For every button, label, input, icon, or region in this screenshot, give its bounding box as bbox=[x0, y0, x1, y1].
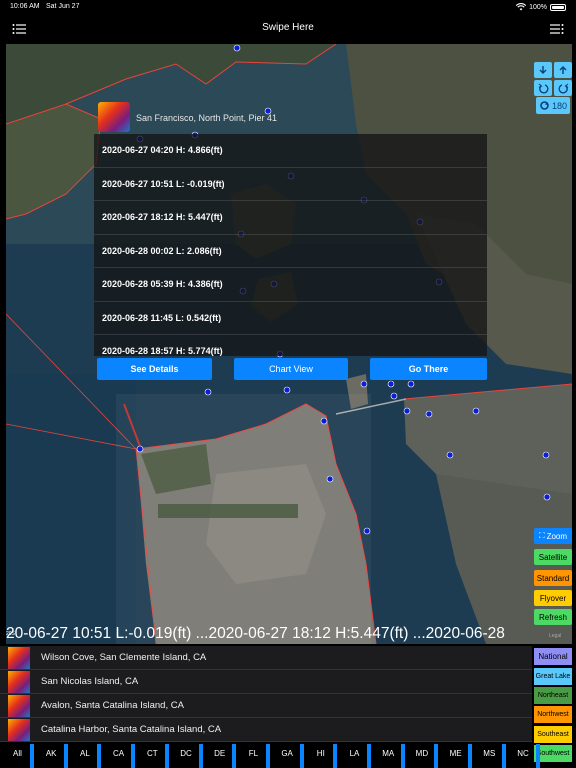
station-name: Wilson Cove, San Clemente Island, CA bbox=[41, 652, 207, 663]
station-thumbnail bbox=[8, 718, 30, 741]
tide-row: 2020-06-27 04:20 H: 4.866(ft) bbox=[94, 134, 487, 168]
list-item[interactable]: Catalina Harbor, Santa Catalina Island, … bbox=[0, 718, 532, 742]
station-name: Catalina Harbor, Santa Catalina Island, … bbox=[41, 724, 222, 735]
refresh-button[interactable]: Refresh bbox=[534, 609, 572, 625]
tide-row: 2020-06-28 00:02 L: 2.086(ft) bbox=[94, 235, 487, 268]
tab-divider bbox=[333, 744, 338, 768]
state-tab-nc[interactable]: NC bbox=[514, 746, 533, 762]
popup-location-name: San Francisco, North Point, Pier 41 bbox=[136, 113, 278, 123]
arrow-down-icon[interactable] bbox=[534, 62, 552, 78]
rotation-value: 180 bbox=[551, 100, 568, 111]
marquee-prefix: 20S bbox=[6, 631, 15, 637]
satellite-button[interactable]: Satellite bbox=[534, 549, 572, 565]
state-tab-al[interactable]: AL bbox=[75, 746, 94, 762]
tab-divider bbox=[299, 744, 304, 768]
battery-percent: 100% bbox=[529, 3, 547, 11]
tide-row: 2020-06-27 18:12 H: 5.447(ft) bbox=[94, 201, 487, 235]
legal-link[interactable]: Legal bbox=[549, 633, 561, 639]
station-thumbnail bbox=[8, 646, 30, 669]
tab-divider bbox=[434, 744, 439, 768]
state-tab-hi[interactable]: HI bbox=[311, 746, 330, 762]
tide-predictions-popup[interactable]: 2020-06-27 04:20 H: 4.866(ft) 2020-06-27… bbox=[94, 134, 487, 356]
list-item[interactable]: Wilson Cove, San Clemente Island, CA bbox=[0, 646, 532, 670]
station-thumbnail bbox=[98, 102, 130, 132]
state-tab-dc[interactable]: DC bbox=[177, 746, 196, 762]
region-national-button[interactable]: National bbox=[534, 648, 572, 665]
wifi-icon bbox=[516, 3, 527, 11]
rotate-right-icon[interactable] bbox=[554, 80, 572, 96]
zoom-label: Zoom bbox=[546, 531, 568, 541]
tab-divider bbox=[30, 744, 34, 768]
list-item[interactable]: San Nicolas Island, CA bbox=[0, 670, 532, 694]
state-tab-all[interactable]: All bbox=[8, 746, 27, 762]
state-tab-ga[interactable]: GA bbox=[278, 746, 297, 762]
state-tab-md[interactable]: MD bbox=[412, 746, 431, 762]
state-tab-la[interactable]: LA bbox=[345, 746, 364, 762]
tab-divider bbox=[367, 744, 371, 768]
state-tab-ma[interactable]: MA bbox=[379, 746, 398, 762]
tab-divider bbox=[232, 744, 237, 768]
station-thumbnail bbox=[8, 694, 30, 717]
tide-row: 2020-06-28 05:39 H: 4.386(ft) bbox=[94, 268, 487, 302]
rotate-icon bbox=[540, 101, 549, 110]
nav-bar: Swipe Here bbox=[0, 14, 576, 44]
tide-row: 2020-06-28 11:45 L: 0.542(ft) bbox=[94, 302, 487, 335]
zoom-button[interactable]: ⛶ Zoom bbox=[534, 528, 572, 544]
tab-divider bbox=[198, 744, 203, 768]
tab-divider bbox=[131, 744, 136, 768]
tide-marquee: 20-06-27 10:51 L:-0.019(ft) ...2020-06-2… bbox=[6, 625, 505, 642]
go-there-button[interactable]: Go There bbox=[370, 358, 487, 380]
region-great-lake-button[interactable]: Great Lake bbox=[534, 668, 572, 685]
expand-icon: ⛶ bbox=[538, 531, 545, 540]
nav-title[interactable]: Swipe Here bbox=[0, 22, 576, 33]
rotate-180-button[interactable]: 180 bbox=[536, 97, 570, 114]
state-tab-bar: All AK AL CA CT DC DE FL GA HI LA MA MD ME MS NC bbox=[0, 742, 540, 768]
tab-divider bbox=[164, 744, 169, 768]
tab-divider bbox=[97, 744, 102, 768]
station-list[interactable]: Wilson Cove, San Clemente Island, CA San… bbox=[0, 646, 532, 742]
tab-divider bbox=[400, 744, 405, 768]
chart-view-button[interactable]: Chart View bbox=[234, 358, 348, 380]
state-tab-me[interactable]: ME bbox=[446, 746, 465, 762]
list-item[interactable]: Avalon, Santa Catalina Island, CA bbox=[0, 694, 532, 718]
status-bar: 10:06 AM Sat Jun 27 100% bbox=[0, 0, 576, 14]
station-thumbnail bbox=[8, 670, 30, 693]
state-tab-de[interactable]: DE bbox=[210, 746, 229, 762]
tab-divider bbox=[265, 744, 270, 768]
tide-row: 2020-06-28 18:57 H: 5.774(ft) bbox=[94, 335, 487, 356]
status-time: 10:06 AM bbox=[10, 3, 40, 10]
region-southwest-button[interactable]: Southwest bbox=[534, 745, 572, 762]
rotate-left-icon[interactable] bbox=[534, 80, 552, 96]
options-menu-icon[interactable] bbox=[550, 23, 564, 35]
see-details-button[interactable]: See Details bbox=[97, 358, 212, 380]
state-tab-ct[interactable]: CT bbox=[143, 746, 162, 762]
arrow-up-icon[interactable] bbox=[554, 62, 572, 78]
state-tab-ms[interactable]: MS bbox=[480, 746, 499, 762]
battery-icon bbox=[550, 3, 566, 11]
tab-divider bbox=[501, 744, 506, 768]
region-southeast-button[interactable]: Southeast bbox=[534, 726, 572, 743]
tide-row: 2020-06-27 10:51 L: -0.019(ft) bbox=[94, 168, 487, 201]
status-date: Sat Jun 27 bbox=[46, 3, 80, 10]
tab-divider bbox=[468, 744, 473, 768]
state-tab-ca[interactable]: CA bbox=[109, 746, 128, 762]
status-right: 100% bbox=[516, 3, 566, 11]
standard-button[interactable]: Standard bbox=[534, 570, 572, 586]
station-name: San Nicolas Island, CA bbox=[41, 676, 139, 687]
tab-divider bbox=[63, 744, 68, 768]
state-tab-fl[interactable]: FL bbox=[244, 746, 263, 762]
flyover-button[interactable]: Flyover bbox=[534, 590, 572, 606]
region-northeast-button[interactable]: Northeast bbox=[534, 687, 572, 704]
tab-divider bbox=[535, 744, 540, 768]
state-tab-ak[interactable]: AK bbox=[42, 746, 61, 762]
station-name: Avalon, Santa Catalina Island, CA bbox=[41, 700, 184, 711]
region-northwest-button[interactable]: Northwest bbox=[534, 706, 572, 723]
